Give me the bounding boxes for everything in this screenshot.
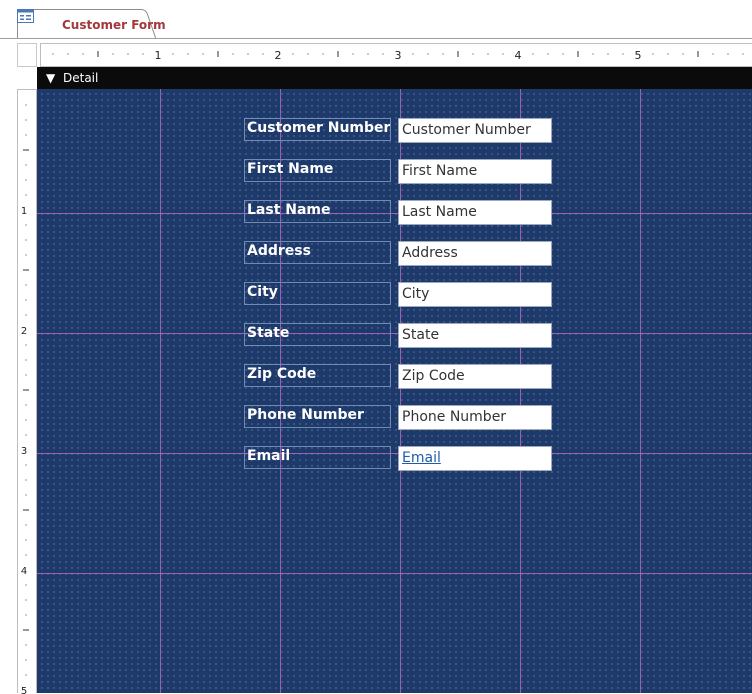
form-icon	[17, 9, 34, 23]
ruler-gap	[17, 67, 37, 89]
textbox-city[interactable]: City	[398, 282, 552, 307]
textbox-phone-number[interactable]: Phone Number	[398, 405, 552, 430]
label-address[interactable]: Address	[244, 241, 391, 264]
ruler-number: 1	[21, 206, 27, 217]
label-phone-number[interactable]: Phone Number	[244, 405, 391, 428]
ruler-number: 4	[515, 49, 522, 62]
detail-section-bar[interactable]: ▼ Detail	[37, 67, 752, 89]
horizontal-ruler-ticks: 1 2 3 4 5	[52, 49, 744, 62]
document-tab-customer-form[interactable]: Customer Form	[17, 9, 166, 39]
tab-title: Customer Form	[62, 18, 166, 32]
grid-line	[160, 89, 161, 693]
label-state[interactable]: State	[244, 323, 391, 346]
horizontal-ruler[interactable]: 1 2 3 4 5	[40, 43, 752, 67]
textbox-zip-code[interactable]: Zip Code	[398, 364, 552, 389]
section-label: Detail	[63, 71, 99, 85]
label-first-name[interactable]: First Name	[244, 159, 391, 182]
section-arrow-icon: ▼	[46, 71, 56, 85]
grid-line	[37, 453, 752, 454]
detail-section-canvas[interactable]: Customer Number Customer Number First Na…	[37, 89, 752, 693]
ruler-number: 1	[155, 49, 162, 62]
label-last-name[interactable]: Last Name	[244, 200, 391, 223]
textbox-state[interactable]: State	[398, 323, 552, 348]
ruler-number: 2	[21, 326, 27, 337]
document-tab-bar: Customer Form	[0, 0, 752, 39]
ruler-number: 3	[21, 446, 27, 457]
textbox-customer-number[interactable]: Customer Number	[398, 118, 552, 143]
textbox-address[interactable]: Address	[398, 241, 552, 266]
label-city[interactable]: City	[244, 282, 391, 305]
label-email[interactable]: Email	[244, 446, 391, 469]
textbox-last-name[interactable]: Last Name	[398, 200, 552, 225]
grid-line	[37, 213, 752, 214]
label-customer-number[interactable]: Customer Number	[244, 118, 391, 141]
grid-line	[640, 89, 641, 693]
ruler-number: 2	[275, 49, 282, 62]
vertical-ruler-ticks: 12345	[21, 104, 29, 694]
grid-line	[37, 333, 752, 334]
ruler-number: 5	[635, 49, 642, 62]
ruler-number: 4	[21, 566, 27, 577]
vertical-ruler[interactable]: 12345	[17, 89, 37, 694]
label-zip-code[interactable]: Zip Code	[244, 364, 391, 387]
grid-line	[37, 573, 752, 574]
ruler-corner-select-button[interactable]	[17, 43, 37, 67]
ruler-number: 3	[395, 49, 402, 62]
textbox-first-name[interactable]: First Name	[398, 159, 552, 184]
tab-bar-divider	[0, 38, 752, 39]
textbox-email-hyperlink[interactable]: Email	[398, 446, 552, 471]
